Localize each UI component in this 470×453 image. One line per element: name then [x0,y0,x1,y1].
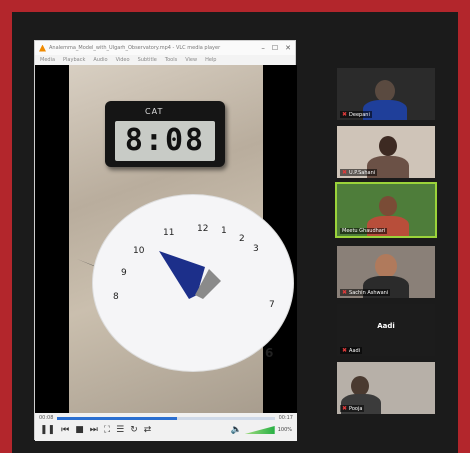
dial-number: 6 [265,346,273,360]
clock-time: 8:08 [115,121,215,161]
participant-tile[interactable]: ✖ Pooja [337,362,435,414]
mic-muted-icon: ✖ [342,405,348,412]
participant-name: U.P.Sahani [349,169,376,176]
menu-subtitle[interactable]: Subtitle [138,57,157,63]
player-controls: 00:08 00:17 ❚❚ ⏮ ■ ⏭ ⛶ ☰ ↻ ⇄ 🔈 100% [35,413,297,441]
video-area[interactable]: CAT 8:08 8 9 10 11 12 1 2 3 7 6 [35,65,297,413]
seek-bar[interactable] [57,416,275,420]
sundial-disc: 8 9 10 11 12 1 2 3 7 6 [93,195,293,371]
time-total: 00:17 [278,415,293,421]
dial-number: 7 [269,300,275,310]
loop-icon[interactable]: ↻ [130,425,138,435]
volume-slider[interactable] [244,426,275,434]
next-icon[interactable]: ⏭ [90,425,98,435]
mic-muted-icon: ✖ [342,289,348,296]
fullscreen-icon[interactable]: ⛶ [104,425,110,435]
menu-video[interactable]: Video [116,57,130,63]
dial-number: 11 [163,228,174,238]
meeting-screen: Analemma_Model_with_Ulgarh_Observatory.m… [12,12,458,453]
participant-tile[interactable]: ✖ Deepani [337,68,435,120]
clock-label: CAT [145,107,164,116]
minimize-icon[interactable]: – [261,44,265,52]
close-icon[interactable]: ✕ [285,44,291,52]
dial-number: 12 [197,224,208,234]
menu-tools[interactable]: Tools [165,57,177,63]
dial-number: 10 [133,246,145,256]
volume-value: 100% [277,427,292,433]
vlc-player-window: Analemma_Model_with_Ulgarh_Observatory.m… [34,40,297,441]
dial-number: 3 [253,244,259,254]
participant-name: Pooja [349,405,363,412]
playlist-icon[interactable]: ☰ [116,425,124,435]
player-title: Analemma_Model_with_Ulgarh_Observatory.m… [49,45,221,51]
menu-view[interactable]: View [185,57,197,63]
participant-tile[interactable]: Aadi ✖ Aadi [337,304,435,356]
dial-number: 8 [113,292,119,302]
player-menubar: Media Playback Audio Video Subtitle Tool… [35,55,295,65]
stop-icon[interactable]: ■ [75,425,84,435]
dial-number: 2 [239,234,245,244]
menu-media[interactable]: Media [40,57,55,63]
shuffle-icon[interactable]: ⇄ [144,425,152,435]
video-frame: CAT 8:08 8 9 10 11 12 1 2 3 7 6 [69,65,293,413]
menu-playback[interactable]: Playback [63,57,85,63]
maximize-icon[interactable]: ☐ [272,44,278,52]
participant-name: Sachin Ashwani [349,289,389,296]
speaker-icon[interactable]: 🔈 [230,425,241,435]
participant-name: Meetu Ghaudhari [342,228,386,234]
dial-number: 9 [121,268,127,278]
vlc-cone-icon [39,44,46,52]
seek-progress [57,416,177,420]
participant-audio-label: Aadi [377,322,395,330]
participant-tile[interactable]: ✖ Sachin Ashwani [337,246,435,298]
player-titlebar: Analemma_Model_with_Ulgarh_Observatory.m… [35,41,295,55]
previous-icon[interactable]: ⏮ [61,425,69,435]
participant-tile[interactable]: ✖ U.P.Sahani [337,126,435,178]
mic-muted-icon: ✖ [342,111,348,118]
mic-muted-icon: ✖ [342,169,348,176]
participant-name: Deepani [349,111,370,118]
participant-tile-active[interactable]: Meetu Ghaudhari [337,184,435,236]
time-elapsed: 00:08 [39,415,54,421]
menu-help[interactable]: Help [205,57,216,63]
dial-number: 1 [221,226,227,236]
mic-muted-icon: ✖ [342,347,348,354]
menu-audio[interactable]: Audio [93,57,107,63]
participant-name: Aadi [349,347,361,354]
digital-clock: CAT 8:08 [105,101,225,167]
pause-icon[interactable]: ❚❚ [40,425,55,435]
